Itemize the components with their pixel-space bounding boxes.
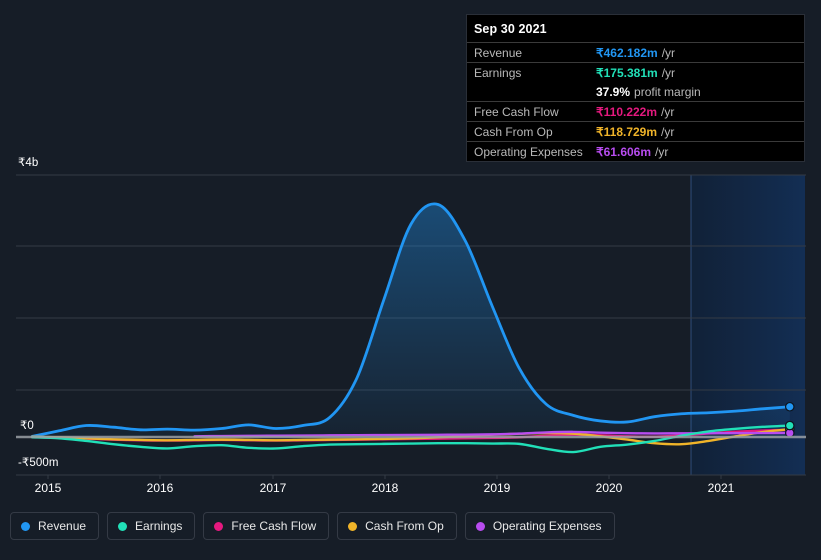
tooltip-key-operating-expenses: Operating Expenses	[474, 144, 583, 159]
x-axis-label-2017: 2017	[259, 481, 287, 495]
y-axis-label-top: ₹4b	[18, 157, 39, 169]
tooltip-row-revenue: Revenue ₹462.182m /yr	[467, 42, 804, 62]
tooltip-unit-operating-expenses: /yr	[655, 144, 669, 159]
tooltip-row-free-cash-flow: Free Cash Flow ₹110.222m /yr	[467, 101, 804, 121]
x-axis-label-2018: 2018	[371, 481, 399, 495]
legend-item-revenue[interactable]: Revenue	[10, 512, 100, 540]
tooltip-key-revenue: Revenue	[474, 45, 523, 60]
tooltip-value-profit-margin: 37.9%	[596, 84, 631, 99]
legend-item-earnings[interactable]: Earnings	[107, 512, 196, 540]
x-axis-label-2016: 2016	[146, 481, 174, 495]
legend-label-operating-expenses: Operating Expenses	[492, 519, 602, 533]
tooltip-unit-revenue: /yr	[661, 45, 676, 60]
tooltip-value-revenue: ₹462.182m	[596, 45, 658, 60]
y-axis-label-zero: ₹0	[20, 420, 34, 432]
tooltip-value-cash-from-op: ₹118.729m	[596, 124, 658, 139]
tooltip-row-profit-margin: 37.9% profit margin	[467, 82, 804, 101]
x-axis-label-2019: 2019	[483, 481, 511, 495]
tooltip-unit-earnings: /yr	[661, 65, 676, 80]
legend-dot-cash-from-op-icon	[348, 521, 358, 531]
tooltip-label-profit-margin: profit margin	[634, 84, 701, 99]
series-endpoint-revenue	[784, 401, 795, 412]
legend-dot-revenue-icon	[21, 521, 30, 531]
tooltip-value-free-cash-flow: ₹110.222m	[596, 104, 658, 119]
legend-item-free-cash-flow[interactable]: Free Cash Flow	[203, 512, 330, 540]
legend-dot-earnings-icon	[118, 521, 128, 531]
x-axis-label-2020: 2020	[595, 481, 623, 495]
legend-label-cash-from-op: Cash From Op	[365, 519, 444, 533]
tooltip-key-cash-from-op: Cash From Op	[474, 124, 553, 139]
y-axis-label-bottom: -₹500m	[18, 457, 59, 469]
legend-label-revenue: Revenue	[38, 519, 87, 533]
legend-item-cash-from-op[interactable]: Cash From Op	[337, 512, 457, 540]
tooltip-key-earnings: Earnings	[474, 65, 522, 80]
financial-chart-widget: ₹4b ₹0 -₹500m 2015 2016 2017 2018 2019 2…	[0, 0, 821, 560]
x-axis-label-2021: 2021	[707, 481, 735, 495]
legend-label-free-cash-flow: Free Cash Flow	[231, 519, 317, 533]
tooltip-key-free-cash-flow: Free Cash Flow	[474, 104, 559, 119]
series-area-revenue	[32, 203, 790, 437]
legend-label-earnings: Earnings	[135, 519, 183, 533]
x-axis-label-2015: 2015	[34, 481, 62, 495]
tooltip-value-operating-expenses: ₹61.606m	[596, 144, 652, 159]
series-endpoint-earnings	[784, 420, 795, 431]
legend-dot-operating-expenses-icon	[475, 521, 485, 531]
tooltip-row-operating-expenses: Operating Expenses ₹61.606m /yr	[467, 141, 804, 161]
tooltip-date: Sep 30 2021	[474, 22, 547, 36]
tooltip-value-earnings: ₹175.381m	[596, 65, 658, 80]
legend-item-operating-expenses[interactable]: Operating Expenses	[464, 512, 615, 540]
chart-tooltip: Sep 30 2021 Revenue ₹462.182m /yr Earnin…	[466, 14, 805, 162]
tooltip-unit-cash-from-op: /yr	[661, 124, 675, 139]
tooltip-unit-free-cash-flow: /yr	[661, 104, 675, 119]
tooltip-row-cash-from-op: Cash From Op ₹118.729m /yr	[467, 121, 804, 141]
chart-legend: Revenue Earnings Free Cash Flow Cash Fro…	[10, 512, 615, 540]
legend-dot-free-cash-flow-icon	[214, 521, 224, 531]
tooltip-row-earnings: Earnings ₹175.381m /yr	[467, 62, 804, 82]
